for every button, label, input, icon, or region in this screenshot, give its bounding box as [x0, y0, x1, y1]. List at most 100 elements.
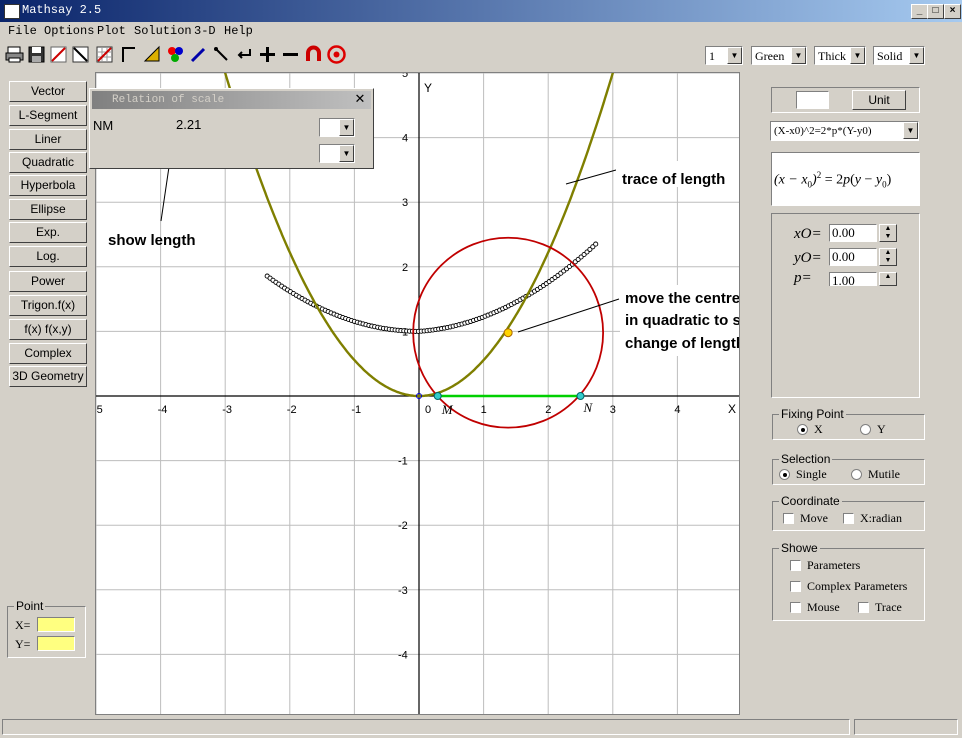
point-y-field[interactable]: [37, 636, 75, 651]
scale-select-1[interactable]: ▼: [319, 118, 355, 137]
param-p-field[interactable]: 1.00: [829, 272, 877, 286]
radio-icon: [860, 424, 871, 435]
fixing-point-x-radio[interactable]: X: [797, 422, 823, 437]
line-width-value: 1: [709, 49, 715, 63]
coordinate-xradian-checkbox[interactable]: X:radian: [843, 511, 902, 526]
point-y-label: Y=: [15, 637, 31, 651]
target-icon[interactable]: [326, 44, 347, 65]
undo-icon[interactable]: [234, 44, 255, 65]
coordinate-title: Coordinate: [779, 494, 842, 508]
title-bar: Mathsay 2.5 _ □ ×: [0, 0, 962, 22]
menu-solution[interactable]: Solution: [134, 24, 192, 38]
color-select[interactable]: Green ▼: [751, 46, 807, 65]
x-tick-label: -5: [96, 404, 103, 416]
ellipse-button[interactable]: Ellipse: [9, 199, 87, 220]
show-trace-checkbox[interactable]: Trace: [858, 600, 902, 615]
vector-button[interactable]: Vector: [9, 81, 87, 102]
coordinate-xradian-label: X:radian: [860, 511, 902, 525]
equation-select[interactable]: (X-x0)^2=2*p*(Y-y0) ▼: [770, 121, 919, 141]
magnet-icon[interactable]: [303, 44, 324, 65]
param-x0-label: xO=: [794, 226, 822, 242]
param-p-spinner[interactable]: ▲: [879, 272, 897, 286]
unit-button[interactable]: Unit: [852, 90, 906, 110]
exp-button[interactable]: Exp.: [9, 222, 87, 243]
zoom-out-icon[interactable]: [280, 44, 301, 65]
fixing-point-y-radio[interactable]: Y: [860, 422, 886, 437]
minimize-button[interactable]: _: [911, 4, 928, 19]
coordinate-move-checkbox[interactable]: Move: [783, 511, 828, 526]
move-annotation-line3: change of length MN: [625, 335, 740, 352]
ruler-icon[interactable]: [142, 44, 163, 65]
grid-icon[interactable]: [94, 44, 115, 65]
close-icon[interactable]: ✕: [353, 92, 367, 106]
axis-icon[interactable]: [118, 44, 139, 65]
scale-select-2[interactable]: ▼: [319, 144, 355, 163]
zoom-in-icon[interactable]: [257, 44, 278, 65]
selection-single-radio[interactable]: Single: [779, 467, 827, 482]
checkbox-icon: [843, 513, 854, 524]
print-icon[interactable]: [4, 44, 25, 65]
pointer-icon[interactable]: [211, 44, 232, 65]
show-mouse-label: Mouse: [807, 600, 840, 614]
point-x-label: X=: [15, 618, 31, 632]
erase-icon[interactable]: [70, 44, 91, 65]
y-tick-label: -4: [398, 649, 408, 661]
point-x-field[interactable]: [37, 617, 75, 632]
draw-line-icon[interactable]: [48, 44, 69, 65]
menu-3d[interactable]: 3-D: [194, 24, 216, 38]
thickness-select[interactable]: Thick ▼: [814, 46, 866, 65]
maximize-button[interactable]: □: [927, 4, 944, 19]
param-x0-spinner[interactable]: ▲ ▼: [879, 224, 897, 242]
show-complex-parameters-checkbox[interactable]: Complex Parameters: [790, 579, 907, 594]
y-tick-label: 4: [402, 133, 408, 145]
coordinate-group: Coordinate Move X:radian: [772, 494, 925, 531]
showe-group: Showe Parameters Complex Parameters Mous…: [772, 541, 925, 621]
checkbox-icon: [790, 602, 801, 613]
trigon-button[interactable]: Trigon.f(x): [9, 295, 87, 316]
param-y0-spinner[interactable]: ▲ ▼: [879, 248, 897, 266]
show-mouse-checkbox[interactable]: Mouse: [790, 600, 840, 615]
liner-button[interactable]: Liner: [9, 129, 87, 150]
chevron-down-icon: ▼: [903, 122, 918, 139]
x-tick-label: -1: [351, 404, 361, 416]
point-n[interactable]: [576, 392, 585, 400]
equation-formula: (x − x0)2 = 2p(y − y0): [774, 170, 892, 190]
plot-canvas[interactable]: -5-4-3-2-10123454321-1-2-3-4 X Y M N sho…: [96, 73, 740, 715]
chevron-down-icon: ▼: [850, 47, 865, 64]
pen-icon[interactable]: [188, 44, 209, 65]
power-button[interactable]: Power: [9, 271, 87, 292]
menu-help[interactable]: Help: [224, 24, 253, 38]
fx-fxy-button[interactable]: f(x) f(x,y): [9, 319, 87, 340]
window-title: Mathsay 2.5: [22, 3, 102, 17]
close-button[interactable]: ×: [944, 4, 961, 19]
param-x0-field[interactable]: 0.00: [829, 224, 877, 242]
scale-label: NM: [93, 118, 114, 133]
line-width-select[interactable]: 1 ▼: [705, 46, 743, 65]
menu-file[interactable]: File: [8, 24, 37, 38]
selection-mutile-radio[interactable]: Mutile: [851, 467, 900, 482]
quadratic-button[interactable]: Quadratic: [9, 152, 87, 173]
show-parameters-checkbox[interactable]: Parameters: [790, 558, 860, 573]
color-icon[interactable]: [165, 44, 186, 65]
line-style-select[interactable]: Solid ▼: [873, 46, 925, 65]
point-group-title: Point: [14, 599, 46, 613]
move-annotation-line2: in quadratic to show the: [625, 312, 740, 329]
3d-geometry-button[interactable]: 3D Geometry: [9, 366, 87, 387]
fixing-point-x-label: X: [814, 422, 823, 436]
menu-options[interactable]: Options: [44, 24, 94, 38]
save-icon[interactable]: [26, 44, 47, 65]
x-tick-label: 3: [610, 404, 616, 416]
hyperbola-button[interactable]: Hyperbola: [9, 175, 87, 196]
menu-plot[interactable]: Plot: [97, 24, 126, 38]
unit-field[interactable]: [796, 91, 829, 109]
chevron-down-icon: ▼: [339, 119, 354, 136]
point-m[interactable]: [433, 392, 442, 400]
y-tick-label: -3: [398, 585, 408, 597]
l-segment-button[interactable]: L-Segment: [9, 105, 87, 126]
complex-button[interactable]: Complex: [9, 343, 87, 364]
circle-center-point[interactable]: [503, 328, 513, 338]
log-button[interactable]: Log.: [9, 246, 87, 267]
param-y0-field[interactable]: 0.00: [829, 248, 877, 266]
relation-of-scale-window[interactable]: Relation of scale ✕ NM 2.21 ▼ ▼: [89, 88, 374, 169]
x-tick-label: 0: [425, 404, 431, 416]
